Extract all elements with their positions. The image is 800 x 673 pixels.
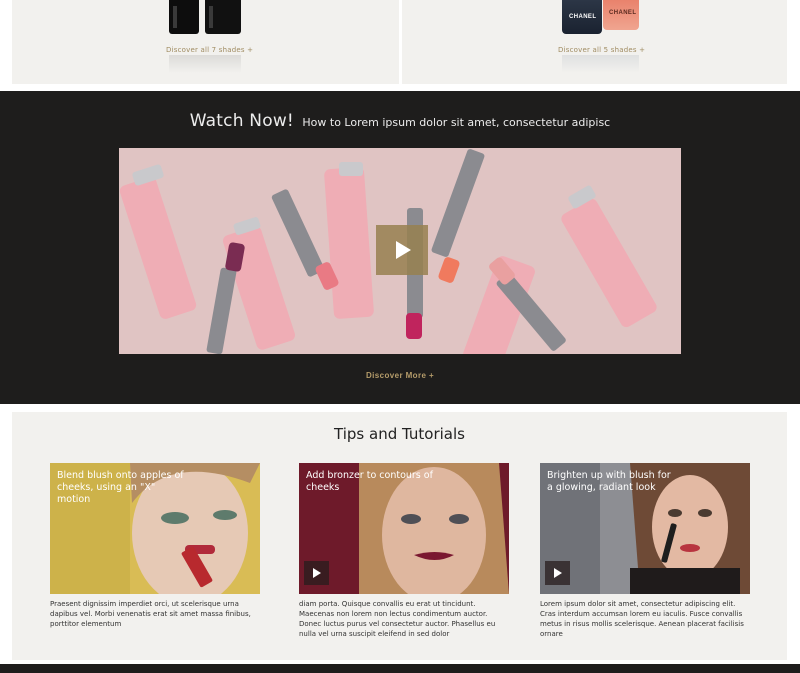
product-image-coral-polish: CHANEL bbox=[603, 0, 639, 30]
product-image-black-bottle bbox=[169, 0, 199, 34]
product-reflection bbox=[169, 55, 241, 73]
product-strip: Discover all 7 shades + CHANEL CHANEL Di… bbox=[0, 0, 800, 91]
watch-now-subtitle: How to Lorem ipsum dolor sit amet, conse… bbox=[302, 116, 611, 129]
product-reflection bbox=[562, 55, 639, 73]
product-image-black-bottle bbox=[205, 0, 241, 34]
tutorial-thumbnail[interactable]: Blend blush onto apples of cheeks, using… bbox=[50, 463, 260, 594]
footer-band bbox=[0, 664, 800, 673]
tutorial-description: Praesent dignissim imperdiet orci, ut sc… bbox=[50, 600, 251, 628]
tutorial-description: diam porta. Quisque convallis eu erat ut… bbox=[299, 600, 496, 638]
discover-shades-link-right[interactable]: Discover all 5 shades + bbox=[558, 46, 645, 54]
tutorial-caption: Blend blush onto apples of cheeks, using… bbox=[57, 470, 184, 505]
tips-title: Tips and Tutorials bbox=[334, 425, 465, 443]
brand-label: CHANEL bbox=[609, 10, 637, 16]
product-panel-right: CHANEL CHANEL Discover all 5 shades + bbox=[402, 0, 787, 84]
watch-now-heading: Watch Now! How to Lorem ipsum dolor sit … bbox=[0, 111, 800, 131]
watch-now-title: Watch Now! bbox=[189, 111, 294, 131]
tutorial-caption: Add bronzer to contours of cheeks bbox=[306, 470, 433, 493]
play-icon[interactable] bbox=[545, 561, 570, 585]
tutorial-thumbnail[interactable]: Brighten up with blush for a glowing, ra… bbox=[540, 463, 750, 594]
tutorial-caption: Brighten up with blush for a glowing, ra… bbox=[547, 470, 671, 493]
tips-section: Tips and Tutorials Blend blush onto appl… bbox=[12, 412, 787, 660]
play-icon[interactable] bbox=[304, 561, 329, 585]
play-icon[interactable] bbox=[376, 225, 428, 275]
product-image-navy-polish: CHANEL bbox=[562, 0, 602, 34]
tutorial-card[interactable]: Blend blush onto apples of cheeks, using… bbox=[50, 463, 260, 629]
tutorial-description: Lorem ipsum dolor sit amet, consectetur … bbox=[540, 600, 744, 638]
tutorial-card[interactable]: Brighten up with blush for a glowing, ra… bbox=[540, 463, 750, 639]
featured-video[interactable] bbox=[119, 148, 681, 354]
watch-now-section: Watch Now! How to Lorem ipsum dolor sit … bbox=[0, 91, 800, 404]
product-panel-left: Discover all 7 shades + bbox=[12, 0, 399, 84]
brand-label: CHANEL bbox=[569, 14, 597, 20]
discover-shades-link-left[interactable]: Discover all 7 shades + bbox=[166, 46, 253, 54]
discover-more-link[interactable]: Discover More + bbox=[0, 371, 800, 380]
tutorial-thumbnail[interactable]: Add bronzer to contours of cheeks bbox=[299, 463, 509, 594]
tutorial-card[interactable]: Add bronzer to contours of cheeks diam p… bbox=[299, 463, 509, 639]
